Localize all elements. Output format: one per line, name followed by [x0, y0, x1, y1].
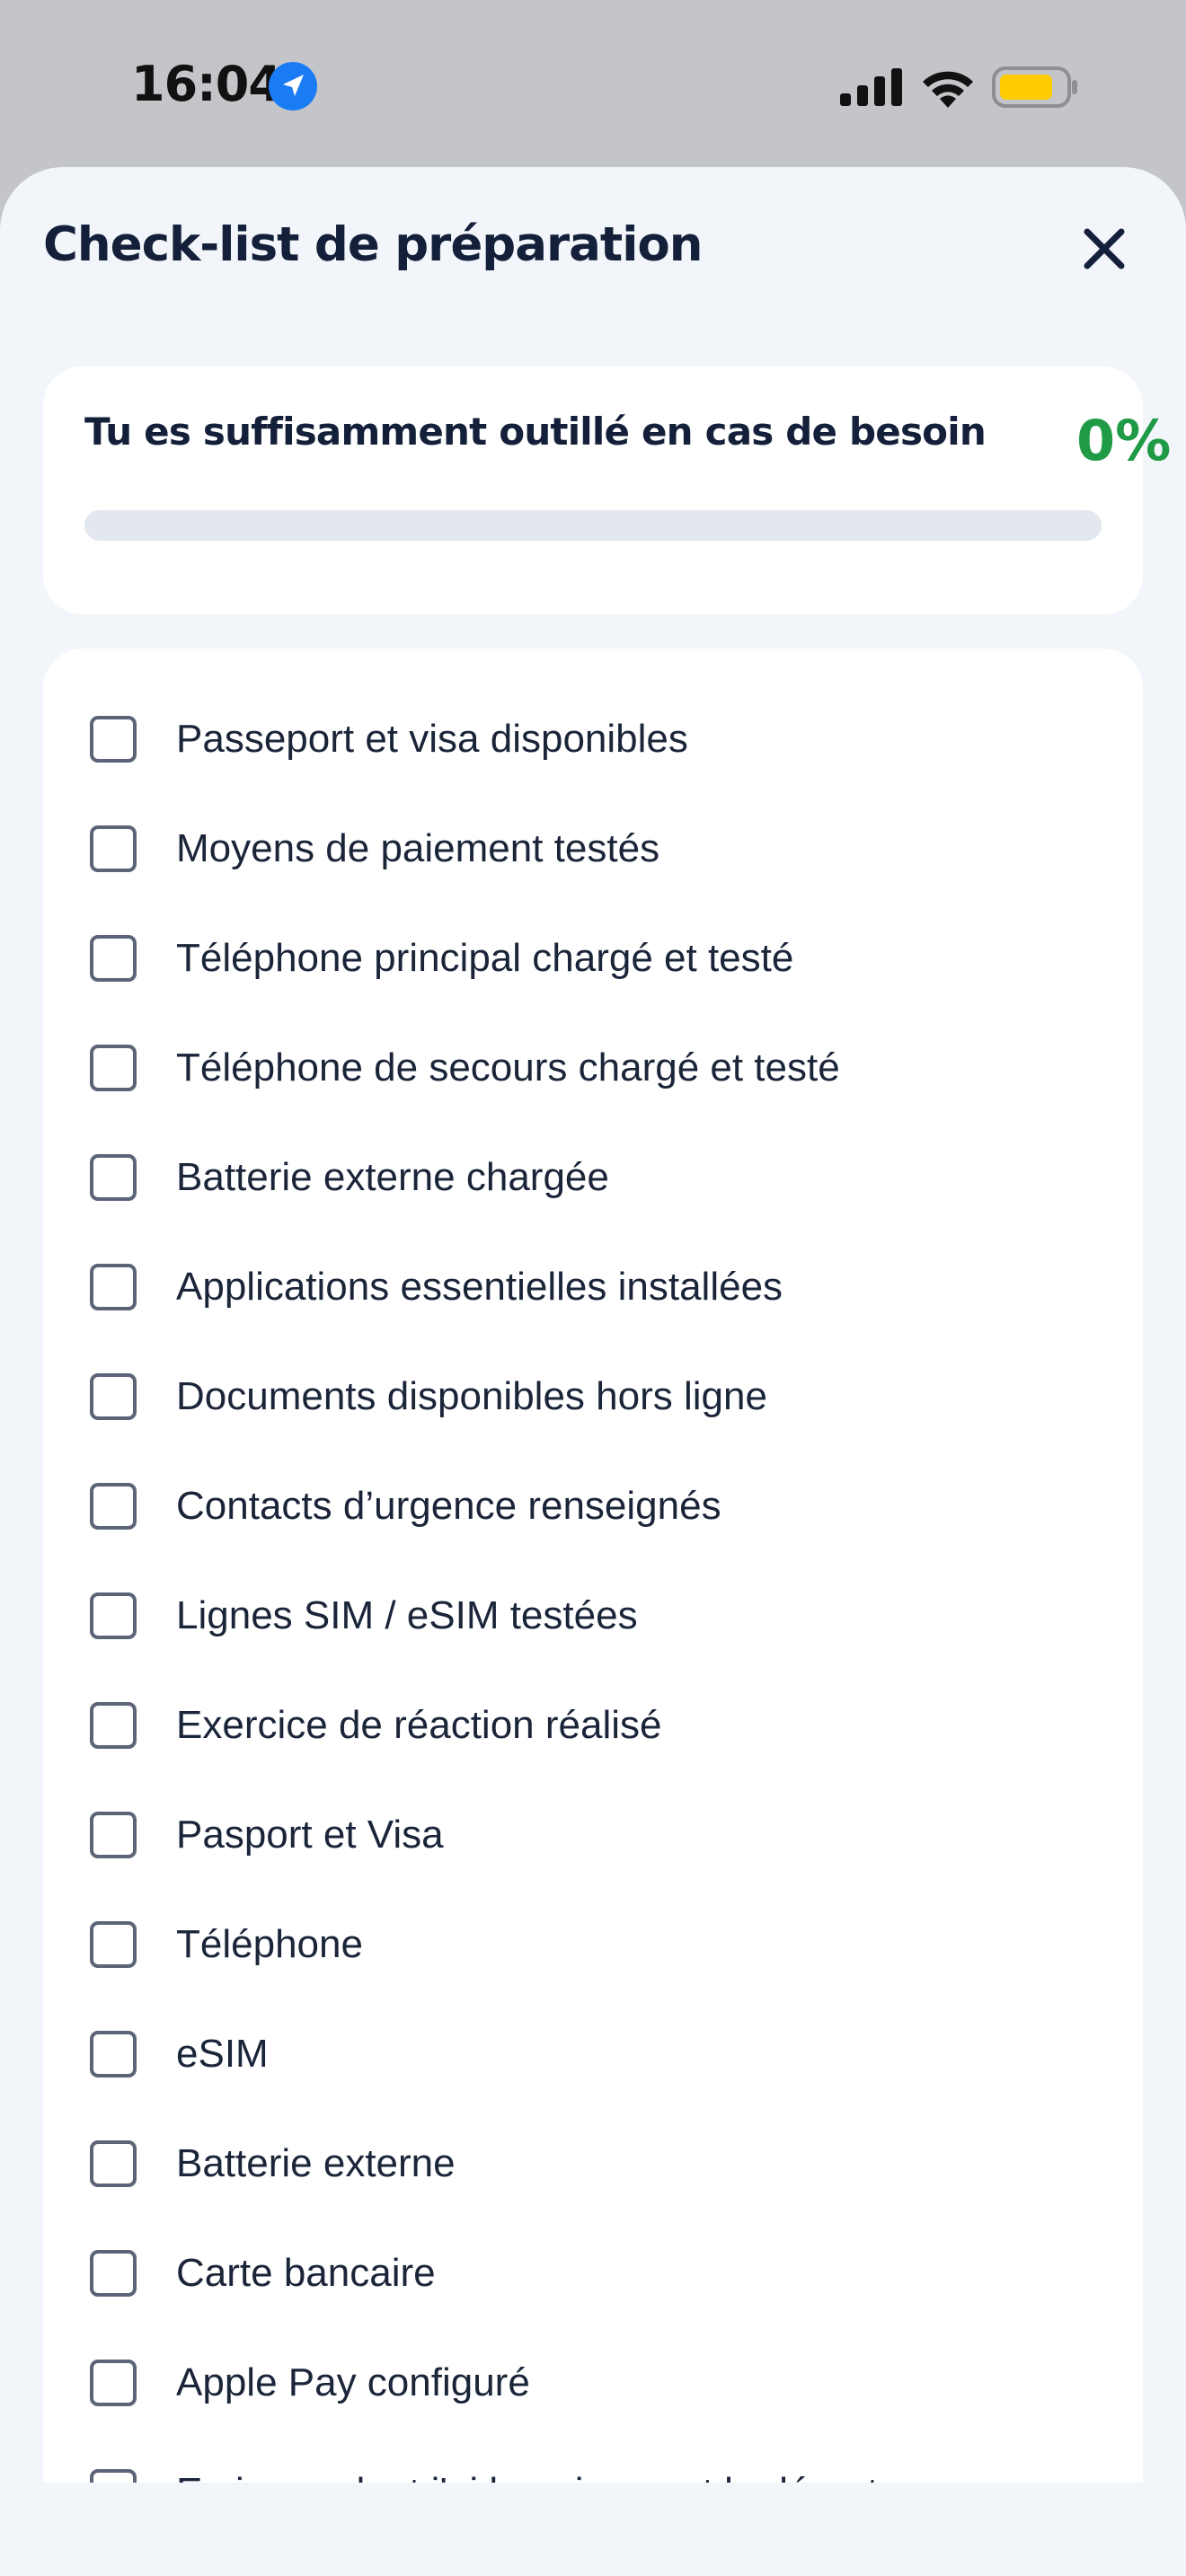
checklist-item[interactable]: Batterie externe chargée	[43, 1123, 1143, 1232]
sheet-title: Check-list de préparation	[43, 217, 704, 272]
checklist-item-label: Batterie externe chargée	[176, 1155, 609, 1199]
status-time: 16:04	[131, 56, 282, 112]
checklist-item[interactable]: Téléphone de secours chargé et testé	[43, 1013, 1143, 1123]
checkbox[interactable]	[90, 1264, 137, 1310]
checklist: Passeport et visa disponibles Moyens de p…	[43, 684, 1143, 2547]
checklist-item-label: Documents disponibles hors ligne	[176, 1374, 767, 1418]
checkbox[interactable]	[90, 935, 137, 982]
checklist-card: Passeport et visa disponibles Moyens de p…	[43, 648, 1143, 2576]
checklist-item[interactable]: Carte bancaire	[43, 2219, 1143, 2328]
checkbox[interactable]	[90, 1921, 137, 1968]
progress-bar	[84, 510, 1102, 541]
checklist-item-label: Moyens de paiement testés	[176, 826, 660, 870]
checklist-item-label: Exercice de réaction réalisé	[176, 1703, 662, 1747]
checklist-item[interactable]: Batterie externe	[43, 2109, 1143, 2219]
progress-card: Tu es suffisamment outillé en cas de bes…	[43, 366, 1171, 614]
checklist-item-label: Apple Pay configuré	[176, 2360, 530, 2404]
cellular-signal-icon	[840, 68, 902, 106]
progress-label: Tu es suffisamment outillé en cas de bes…	[84, 410, 987, 454]
checklist-item-label: Téléphone de secours chargé et testé	[176, 1045, 840, 1090]
checkbox[interactable]	[90, 2360, 137, 2406]
progress-percent: 0%	[1076, 408, 1172, 473]
checkbox[interactable]	[90, 2250, 137, 2297]
checklist-item-label: Téléphone principal chargé et testé	[176, 936, 794, 980]
checkbox[interactable]	[90, 1483, 137, 1530]
battery-icon	[992, 66, 1077, 108]
checkbox[interactable]	[90, 1154, 137, 1201]
checklist-item[interactable]: Téléphone principal chargé et testé	[43, 904, 1143, 1013]
checklist-sheet: Check-list de préparation Tu es suffisam…	[0, 167, 1186, 2576]
checklist-item[interactable]: Passeport et visa disponibles	[43, 684, 1143, 794]
checklist-item-label: Pasport et Visa	[176, 1813, 444, 1857]
checkbox[interactable]	[90, 1592, 137, 1639]
checklist-item-label: Carte bancaire	[176, 2251, 436, 2295]
bottom-area	[0, 2483, 1186, 2576]
checkbox[interactable]	[90, 1812, 137, 1858]
checklist-item-label: Téléphone	[176, 1922, 363, 1966]
checkbox[interactable]	[90, 716, 137, 763]
checklist-item[interactable]: Applications essentielles installées	[43, 1232, 1143, 1342]
checklist-item[interactable]: Pasport et Visa	[43, 1780, 1143, 1890]
status-bar: 16:04	[0, 0, 1186, 167]
checkbox[interactable]	[90, 2031, 137, 2078]
location-arrow-icon	[269, 62, 317, 110]
checklist-item[interactable]: Lignes SIM / eSIM testées	[43, 1561, 1143, 1671]
checklist-item[interactable]: Contacts d’urgence renseignés	[43, 1451, 1143, 1561]
checklist-item-label: Passeport et visa disponibles	[176, 717, 688, 761]
wifi-icon	[923, 71, 973, 108]
checklist-item[interactable]: Téléphone	[43, 1890, 1143, 1999]
checklist-item[interactable]: Apple Pay configuré	[43, 2328, 1143, 2438]
checkbox[interactable]	[90, 1373, 137, 1420]
checklist-item-label: eSIM	[176, 2032, 269, 2076]
checklist-item-label: Batterie externe	[176, 2141, 456, 2185]
checkbox[interactable]	[90, 1045, 137, 1091]
checklist-item[interactable]: Documents disponibles hors ligne	[43, 1342, 1143, 1451]
checklist-item-label: Contacts d’urgence renseignés	[176, 1484, 721, 1528]
checklist-item[interactable]: Moyens de paiement testés	[43, 794, 1143, 904]
checklist-item-label: Lignes SIM / eSIM testées	[176, 1593, 638, 1637]
checklist-item-label: Applications essentielles installées	[176, 1265, 783, 1309]
checkbox[interactable]	[90, 2140, 137, 2187]
close-icon[interactable]	[1075, 219, 1134, 278]
checkbox[interactable]	[90, 825, 137, 872]
checklist-item[interactable]: Exercice de réaction réalisé	[43, 1671, 1143, 1780]
checklist-item[interactable]: eSIM	[43, 1999, 1143, 2109]
checkbox[interactable]	[90, 1702, 137, 1749]
